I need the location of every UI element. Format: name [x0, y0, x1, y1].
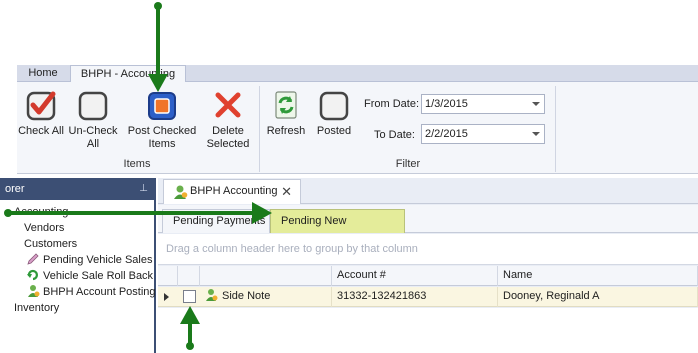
- arrow-to-row-checkbox: [180, 306, 200, 350]
- arrow-to-pending-new-accounts-tab: [4, 202, 272, 224]
- annotation-arrows: [4, 2, 272, 350]
- arrow-to-post-button: [148, 2, 168, 92]
